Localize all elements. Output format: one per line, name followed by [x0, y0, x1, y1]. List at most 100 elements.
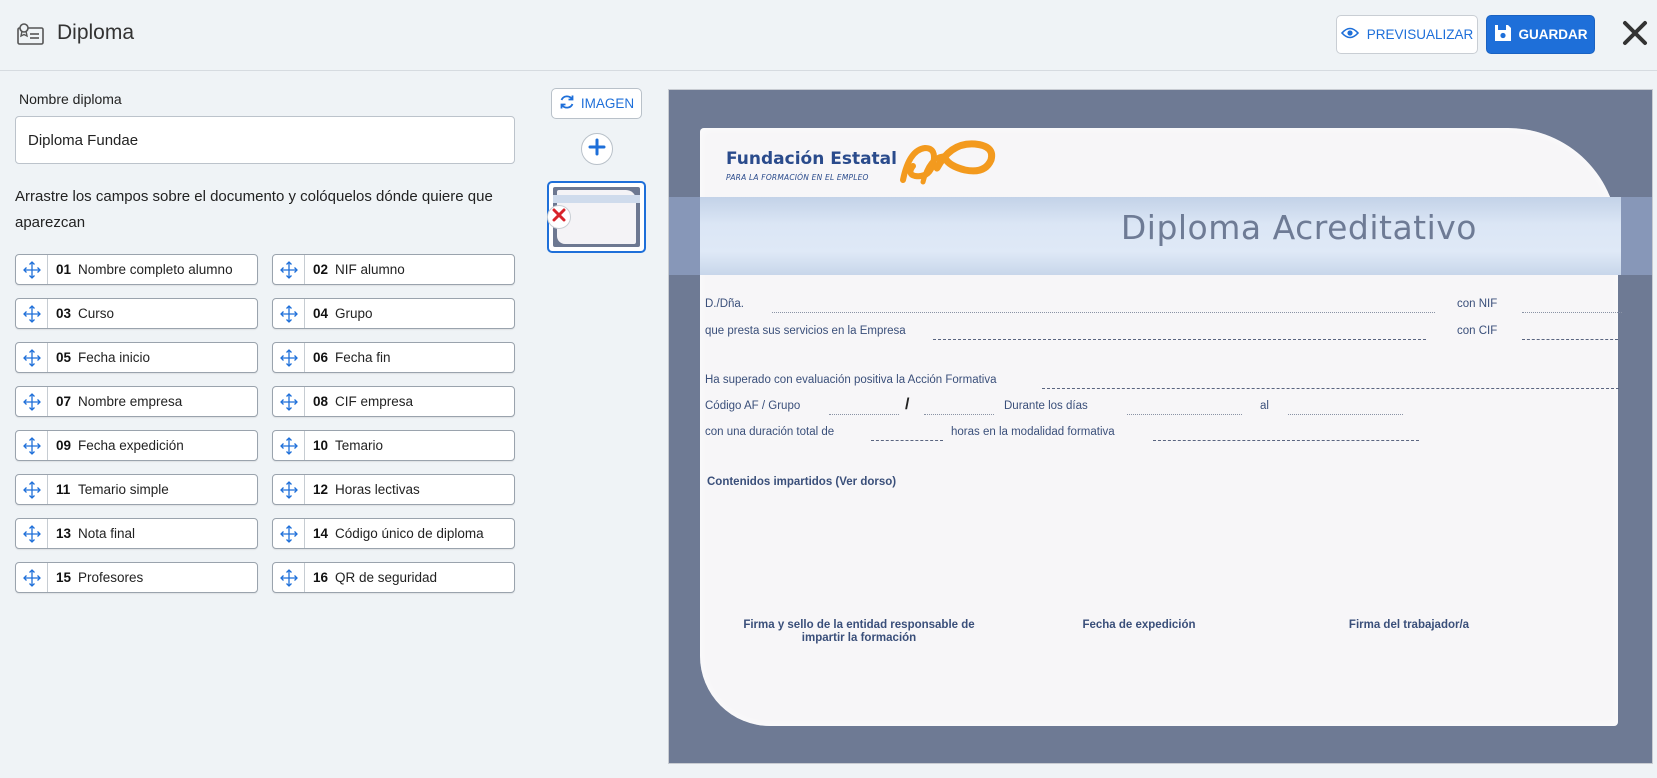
fundae-logo-icon — [899, 138, 999, 186]
move-icon[interactable] — [16, 563, 48, 592]
field-number: 11 — [56, 482, 71, 497]
field-chip[interactable]: 04 Grupo — [272, 298, 515, 329]
dna-label: D./Dña. — [705, 298, 744, 310]
plus-icon — [588, 138, 606, 161]
close-icon — [1622, 20, 1648, 51]
field-number: 12 — [313, 482, 329, 497]
save-button[interactable]: GUARDAR — [1486, 15, 1595, 54]
page-title: Diploma — [57, 21, 135, 44]
delete-thumbnail-button[interactable] — [547, 205, 571, 229]
field-chip[interactable]: 01 Nombre completo alumno — [15, 254, 258, 285]
field-chip[interactable]: 05 Fecha inicio — [15, 342, 258, 373]
con-nif-label: con NIF — [1457, 298, 1498, 310]
diploma-canvas[interactable]: Fundación Estatal PARA LA FORMACIÓN EN E… — [668, 89, 1653, 764]
field-chip[interactable]: 08 CIF empresa — [272, 386, 515, 417]
preview-button-label: PREVISUALIZAR — [1366, 27, 1474, 42]
field-label: Nota final — [78, 526, 136, 541]
field-number: 16 — [313, 570, 329, 585]
field-number: 05 — [56, 350, 72, 365]
codigo-slash: / — [905, 396, 910, 413]
field-number: 01 — [56, 262, 72, 277]
move-icon[interactable] — [16, 475, 48, 504]
field-chip[interactable]: 06 Fecha fin — [272, 342, 515, 373]
move-icon[interactable] — [273, 299, 305, 328]
instructions-text: Arrastre los campos sobre el documento y… — [15, 188, 493, 231]
eye-icon — [1340, 27, 1359, 42]
move-icon[interactable] — [273, 475, 305, 504]
move-icon[interactable] — [273, 431, 305, 460]
field-number: 04 — [313, 306, 329, 321]
field-label: QR de seguridad — [335, 570, 438, 585]
move-icon[interactable] — [16, 343, 48, 372]
empresa-label: que presta sus servicios en la Empresa — [705, 325, 906, 337]
field-chip[interactable]: 11 Temario simple — [15, 474, 258, 505]
field-chip[interactable]: 13 Nota final — [15, 518, 258, 549]
move-icon[interactable] — [273, 519, 305, 548]
al-label: al — [1260, 400, 1269, 412]
durante-label: Durante los días — [1004, 400, 1088, 412]
field-number: 14 — [313, 526, 329, 541]
move-icon[interactable] — [16, 299, 48, 328]
accion-formativa-label: Ha superado con evaluación positiva la A… — [705, 374, 997, 386]
close-button[interactable] — [1620, 17, 1650, 53]
field-chip[interactable]: 16 QR de seguridad — [272, 562, 515, 593]
field-chip[interactable]: 07 Nombre empresa — [15, 386, 258, 417]
field-number: 15 — [56, 570, 72, 585]
move-icon[interactable] — [16, 387, 48, 416]
preview-button[interactable]: PREVISUALIZAR — [1336, 15, 1478, 54]
field-chip[interactable]: 12 Horas lectivas — [272, 474, 515, 505]
contenidos-label: Contenidos impartidos (Ver dorso) — [707, 476, 897, 488]
fecha-expedicion-label: Fecha de expedición — [1082, 619, 1196, 631]
field-label: CIF empresa — [335, 394, 414, 409]
delete-icon — [552, 208, 566, 227]
diploma-name-label: Nombre diploma — [19, 91, 122, 107]
move-icon[interactable] — [273, 387, 305, 416]
field-chip[interactable]: 02 NIF alumno — [272, 254, 515, 285]
con-cif-label: con CIF — [1457, 325, 1498, 337]
diploma-title: Diploma Acreditativo — [1120, 208, 1477, 247]
change-image-button[interactable]: IMAGEN — [551, 88, 642, 119]
field-chip[interactable]: 09 Fecha expedición — [15, 430, 258, 461]
field-label: Código único de diploma — [335, 526, 484, 541]
field-label: Nombre completo alumno — [78, 262, 233, 277]
add-image-button[interactable] — [581, 133, 613, 165]
field-label: Horas lectivas — [335, 482, 420, 497]
field-number: 13 — [56, 526, 72, 541]
move-icon[interactable] — [16, 431, 48, 460]
field-number: 09 — [56, 438, 72, 453]
field-chip[interactable]: 14 Código único de diploma — [272, 518, 515, 549]
duracion-label: con una duración total de — [705, 426, 835, 438]
organization-name: Fundación Estatal — [726, 149, 897, 169]
move-icon[interactable] — [273, 563, 305, 592]
move-icon[interactable] — [16, 519, 48, 548]
field-label: Fecha expedición — [78, 438, 184, 453]
field-label: Fecha inicio — [78, 350, 151, 365]
field-number: 02 — [313, 262, 329, 277]
field-number: 06 — [313, 350, 329, 365]
draggable-fields-grid: 01 Nombre completo alumno 02 NIF alumno 03 Cu… — [15, 254, 515, 593]
field-number: 07 — [56, 394, 72, 409]
field-label: Temario — [335, 438, 384, 453]
field-number: 08 — [313, 394, 329, 409]
field-chip[interactable]: 15 Profesores — [15, 562, 258, 593]
move-icon[interactable] — [16, 255, 48, 284]
field-number: 10 — [313, 438, 329, 453]
refresh-icon — [559, 94, 575, 113]
move-icon[interactable] — [273, 255, 305, 284]
field-label: Profesores — [78, 570, 144, 585]
change-image-label: IMAGEN — [580, 96, 635, 111]
organization-subtitle: PARA LA FORMACIÓN EN EL EMPLEO — [726, 173, 869, 182]
diploma-name-input[interactable] — [15, 116, 515, 164]
codigo-af-label: Código AF / Grupo — [705, 400, 801, 412]
field-chip[interactable]: 10 Temario — [272, 430, 515, 461]
field-label: Fecha fin — [335, 350, 391, 365]
field-label: NIF alumno — [335, 262, 405, 277]
field-label: Temario simple — [78, 482, 169, 497]
diploma-icon — [17, 22, 45, 46]
move-icon[interactable] — [273, 343, 305, 372]
firma-trabajador-label: Firma del trabajador/a — [1348, 619, 1470, 631]
field-label: Nombre empresa — [78, 394, 183, 409]
field-chip[interactable]: 03 Curso — [15, 298, 258, 329]
field-number: 03 — [56, 306, 72, 321]
floppy-disk-icon — [1494, 24, 1512, 45]
